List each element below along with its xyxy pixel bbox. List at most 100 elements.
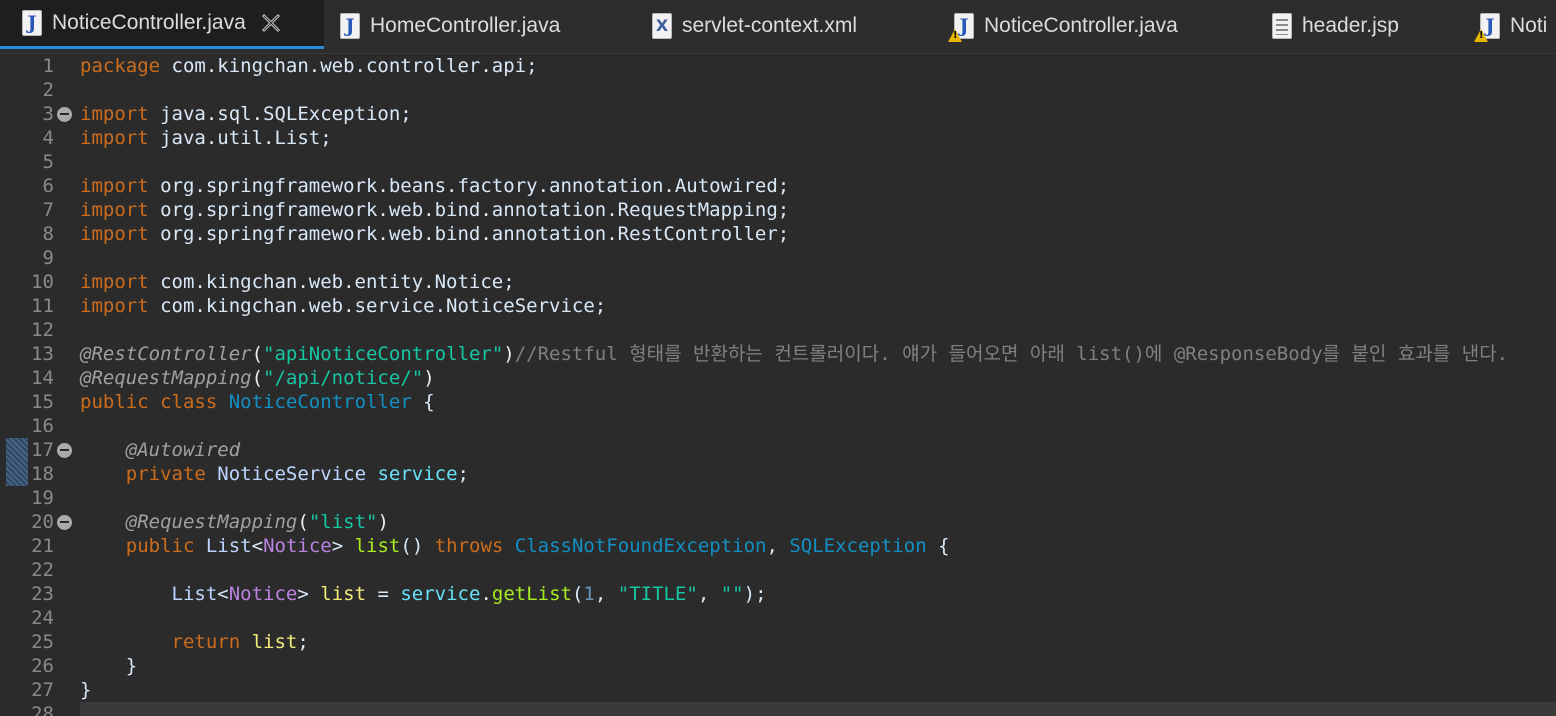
line-number: 5	[42, 151, 54, 173]
tab-home-controller-java[interactable]: J HomeController.java	[340, 0, 560, 52]
code-token: )	[503, 343, 515, 365]
code-line[interactable]: 8 import org.springframework.web.bind.ann…	[0, 222, 1556, 246]
java-file-icon: J	[22, 10, 42, 36]
code-token: public class	[80, 391, 218, 413]
code-token: import	[80, 175, 149, 197]
code-line[interactable]: 27}	[0, 678, 1556, 702]
line-number: 4	[42, 127, 54, 149]
tab-header-jsp[interactable]: header.jsp	[1272, 0, 1399, 52]
code-line[interactable]: 2	[0, 78, 1556, 102]
code-line[interactable]: 12	[0, 318, 1556, 342]
code-token: service	[400, 583, 481, 605]
code-token: return	[171, 631, 241, 653]
code-token: "/api/notice/"	[263, 367, 424, 389]
code-token: import	[80, 295, 149, 317]
line-number: 3	[42, 103, 54, 125]
line-number: 23	[31, 583, 54, 605]
close-tab-icon[interactable]	[260, 12, 282, 34]
code-token: com.kingchan.web.service.NoticeService;	[148, 295, 607, 317]
code-token: list	[354, 535, 401, 557]
code-line[interactable]: 10 import com.kingchan.web.entity.Notice;	[0, 270, 1556, 294]
line-number: 12	[31, 319, 54, 341]
code-text: @Autowired	[80, 438, 240, 462]
code-token: com.kingchan.web.controller.api;	[160, 55, 538, 77]
code-token: ;	[297, 631, 309, 653]
code-line[interactable]: 14 @RequestMapping("/api/notice/")	[0, 366, 1556, 390]
tab-notice-controller-java-2[interactable]: J NoticeController.java	[948, 0, 1178, 52]
tab-notice-controller-java[interactable]: J NoticeController.java	[0, 0, 324, 49]
code-token: "apiNoticeController"	[263, 343, 504, 365]
code-line[interactable]: 23 List<Notice> list = service.getList(1…	[0, 582, 1556, 606]
editor-tab-bar: J NoticeController.java J HomeController…	[0, 0, 1556, 54]
code-line[interactable]: 4 import java.util.List;	[0, 126, 1556, 150]
code-line[interactable]: 9	[0, 246, 1556, 270]
code-token: )	[423, 367, 435, 389]
code-line[interactable]: 1 package com.kingchan.web.controller.api…	[0, 54, 1556, 78]
code-line[interactable]: 28	[0, 702, 1556, 716]
line-number: 7	[42, 199, 54, 221]
code-token: org.springframework.beans.factory.annota…	[148, 175, 790, 197]
code-text: List<Notice> list = service.getList(1, "…	[80, 582, 767, 606]
code-line[interactable]: 18 private NoticeService service;	[0, 462, 1556, 486]
code-line[interactable]: 13 @RestController("apiNoticeController")…	[0, 342, 1556, 366]
code-token: NoticeService	[217, 463, 367, 485]
code-line[interactable]: 25 return list;	[0, 630, 1556, 654]
code-token: import	[80, 199, 149, 221]
code-token: }	[80, 679, 92, 701]
line-number: 6	[42, 175, 54, 197]
code-token: ""	[720, 583, 744, 605]
code-line[interactable]: 7 import org.springframework.web.bind.ann…	[0, 198, 1556, 222]
code-line[interactable]: 21 public List<Notice> list() throws Cla…	[0, 534, 1556, 558]
line-number: 10	[31, 271, 54, 293]
code-line[interactable]: 19	[0, 486, 1556, 510]
code-text: package com.kingchan.web.controller.api;	[80, 54, 538, 78]
line-number: 24	[31, 607, 54, 629]
code-token: (	[297, 511, 309, 533]
code-token: throws	[434, 535, 504, 557]
tab-noti-truncated[interactable]: J Noti	[1474, 0, 1547, 52]
code-text: import org.springframework.web.bind.anno…	[80, 222, 789, 246]
code-token: package	[80, 55, 161, 77]
code-line[interactable]: 5	[0, 150, 1556, 174]
code-token: org.springframework.web.bind.annotation.…	[148, 223, 790, 245]
code-token: import	[80, 271, 149, 293]
fold-collapse-icon[interactable]	[57, 515, 72, 530]
code-line[interactable]: 20 @RequestMapping("list")	[0, 510, 1556, 534]
code-text: }	[80, 654, 137, 678]
code-line[interactable]: 17 @Autowired	[0, 438, 1556, 462]
jsp-file-icon	[1272, 13, 1292, 39]
tab-servlet-context-xml[interactable]: X servlet-context.xml	[652, 0, 857, 52]
code-text: import com.kingchan.web.service.NoticeSe…	[80, 294, 606, 318]
code-token: com.kingchan.web.entity.Notice;	[148, 271, 515, 293]
code-line[interactable]: 16	[0, 414, 1556, 438]
code-line[interactable]: 24	[0, 606, 1556, 630]
code-editor[interactable]: 1 package com.kingchan.web.controller.api…	[0, 54, 1556, 716]
tab-label: header.jsp	[1302, 14, 1399, 37]
line-number: 2	[42, 79, 54, 101]
code-text: import java.util.List;	[80, 126, 332, 150]
code-line[interactable]: 22	[0, 558, 1556, 582]
line-number: 11	[31, 295, 54, 317]
code-token: list	[251, 631, 298, 653]
code-line[interactable]: 11 import com.kingchan.web.service.Notice…	[0, 294, 1556, 318]
code-token: List	[171, 583, 218, 605]
fold-collapse-icon[interactable]	[57, 107, 72, 122]
fold-collapse-icon[interactable]	[57, 443, 72, 458]
line-number: 19	[31, 487, 54, 509]
code-line[interactable]: 15 public class NoticeController {	[0, 390, 1556, 414]
line-number: 13	[31, 343, 54, 365]
code-line[interactable]: 6 import org.springframework.beans.factor…	[0, 174, 1556, 198]
code-line[interactable]: 26 }	[0, 654, 1556, 678]
java-file-warning-icon: J	[1474, 13, 1500, 42]
line-number: 21	[31, 535, 54, 557]
code-text: @RequestMapping("list")	[80, 510, 389, 534]
code-line[interactable]: 3 import java.sql.SQLException;	[0, 102, 1556, 126]
line-number: 17	[31, 439, 54, 461]
code-token: List	[205, 535, 252, 557]
